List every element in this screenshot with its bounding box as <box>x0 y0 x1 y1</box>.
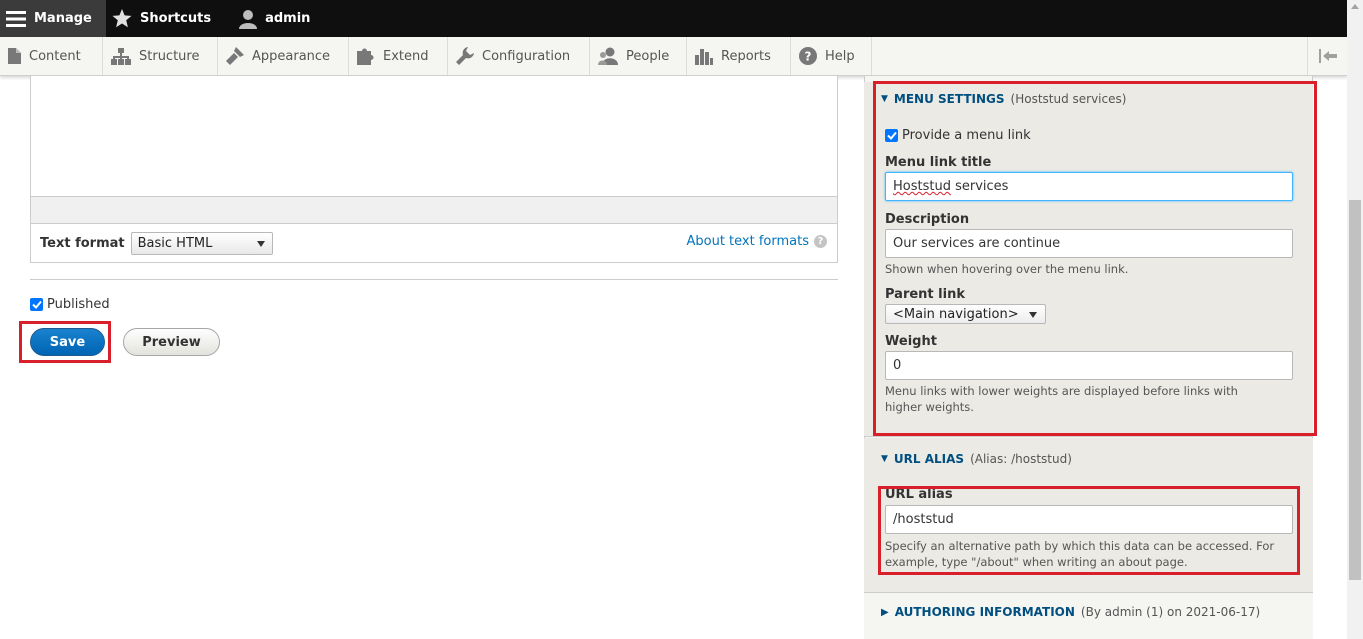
checkmark-icon <box>31 300 42 309</box>
authoring-summary[interactable]: ▶ AUTHORING INFORMATION (By admin (1) on… <box>881 605 1260 619</box>
shortcuts-tab[interactable]: Shortcuts <box>106 0 223 37</box>
menu-item-content[interactable]: Content <box>0 37 103 75</box>
shortcuts-label: Shortcuts <box>140 11 212 26</box>
svg-text:?: ? <box>805 50 812 64</box>
authoring-title: AUTHORING INFORMATION <box>894 605 1075 619</box>
triangle-right-icon: ▶ <box>881 606 889 618</box>
menu-item-label: Configuration <box>482 48 571 64</box>
admin-menu-tray: Content Structure Appearance Extend Conf… <box>0 37 1347 76</box>
about-text-formats-link[interactable]: About text formats ? <box>686 234 827 249</box>
text-format-label: Text format <box>40 235 125 251</box>
url-alias-highlight-box <box>878 486 1300 575</box>
published-checkbox[interactable] <box>30 298 43 311</box>
user-tab[interactable]: admin <box>223 0 322 37</box>
hamburger-icon <box>6 10 26 27</box>
collapse-icon <box>1318 49 1337 63</box>
url-alias-summary[interactable]: ▼ URL ALIAS (Alias: /hoststud) <box>881 452 1072 466</box>
menu-item-label: Structure <box>139 48 200 64</box>
menu-item-reports[interactable]: Reports <box>687 37 791 75</box>
user-label: admin <box>265 11 311 26</box>
question-icon: ? <box>814 235 827 248</box>
menu-item-extend[interactable]: Extend <box>349 37 448 75</box>
body-editor: Text format Basic HTML About text format… <box>30 76 838 263</box>
menu-item-label: Appearance <box>252 48 331 64</box>
bar-chart-icon <box>695 49 713 65</box>
published-checkbox-row[interactable]: Published <box>30 297 110 312</box>
text-format-row: Text format Basic HTML About text format… <box>31 224 837 262</box>
user-icon <box>239 9 258 29</box>
url-alias-subtitle: (Alias: /hoststud) <box>970 452 1072 466</box>
menu-item-configuration[interactable]: Configuration <box>448 37 590 75</box>
help-icon: ? <box>799 47 817 65</box>
menu-item-label: Extend <box>383 48 429 64</box>
text-format-select[interactable]: Basic HTML <box>130 231 273 255</box>
sitemap-icon <box>111 47 131 65</box>
published-label: Published <box>47 297 110 312</box>
menu-item-label: Help <box>825 48 855 64</box>
wrench-icon <box>456 47 474 65</box>
dropdown-arrow-icon <box>256 240 265 247</box>
authoring-information-panel: ▶ AUTHORING INFORMATION (By admin (1) on… <box>864 593 1313 639</box>
people-icon <box>598 47 618 65</box>
menu-item-people[interactable]: People <box>590 37 687 75</box>
preview-button[interactable]: Preview <box>123 328 220 356</box>
scrollbar-thumb[interactable] <box>1349 200 1361 580</box>
file-icon <box>8 48 21 64</box>
triangle-down-icon: ▼ <box>881 454 888 464</box>
editor-content-area[interactable] <box>31 76 837 197</box>
collapse-tray-button[interactable] <box>1307 37 1347 75</box>
url-alias-title: URL ALIAS <box>893 452 965 466</box>
manage-label: Manage <box>34 11 92 26</box>
menu-settings-highlight-box <box>873 81 1317 436</box>
brush-icon <box>226 47 244 65</box>
menu-item-label: Content <box>29 48 81 64</box>
authoring-subtitle: (By admin (1) on 2021-06-17) <box>1080 605 1261 619</box>
menu-item-label: People <box>626 48 670 64</box>
page-scrollbar[interactable] <box>1347 0 1363 639</box>
top-toolbar: Manage Shortcuts admin <box>0 0 1347 37</box>
divider <box>30 279 838 280</box>
save-button[interactable]: Save <box>30 328 105 356</box>
manage-tab[interactable]: Manage <box>0 0 106 37</box>
puzzle-icon <box>357 48 374 65</box>
about-text-formats-label: About text formats <box>686 234 809 249</box>
menu-item-appearance[interactable]: Appearance <box>218 37 349 75</box>
menu-item-structure[interactable]: Structure <box>103 37 218 75</box>
menu-item-label: Reports <box>721 48 771 64</box>
menu-item-help[interactable]: ? Help <box>791 37 872 75</box>
text-format-value: Basic HTML <box>137 235 213 251</box>
star-icon <box>112 9 132 28</box>
editor-path-bar <box>31 197 837 224</box>
scroll-up-arrow[interactable] <box>1351 4 1359 9</box>
